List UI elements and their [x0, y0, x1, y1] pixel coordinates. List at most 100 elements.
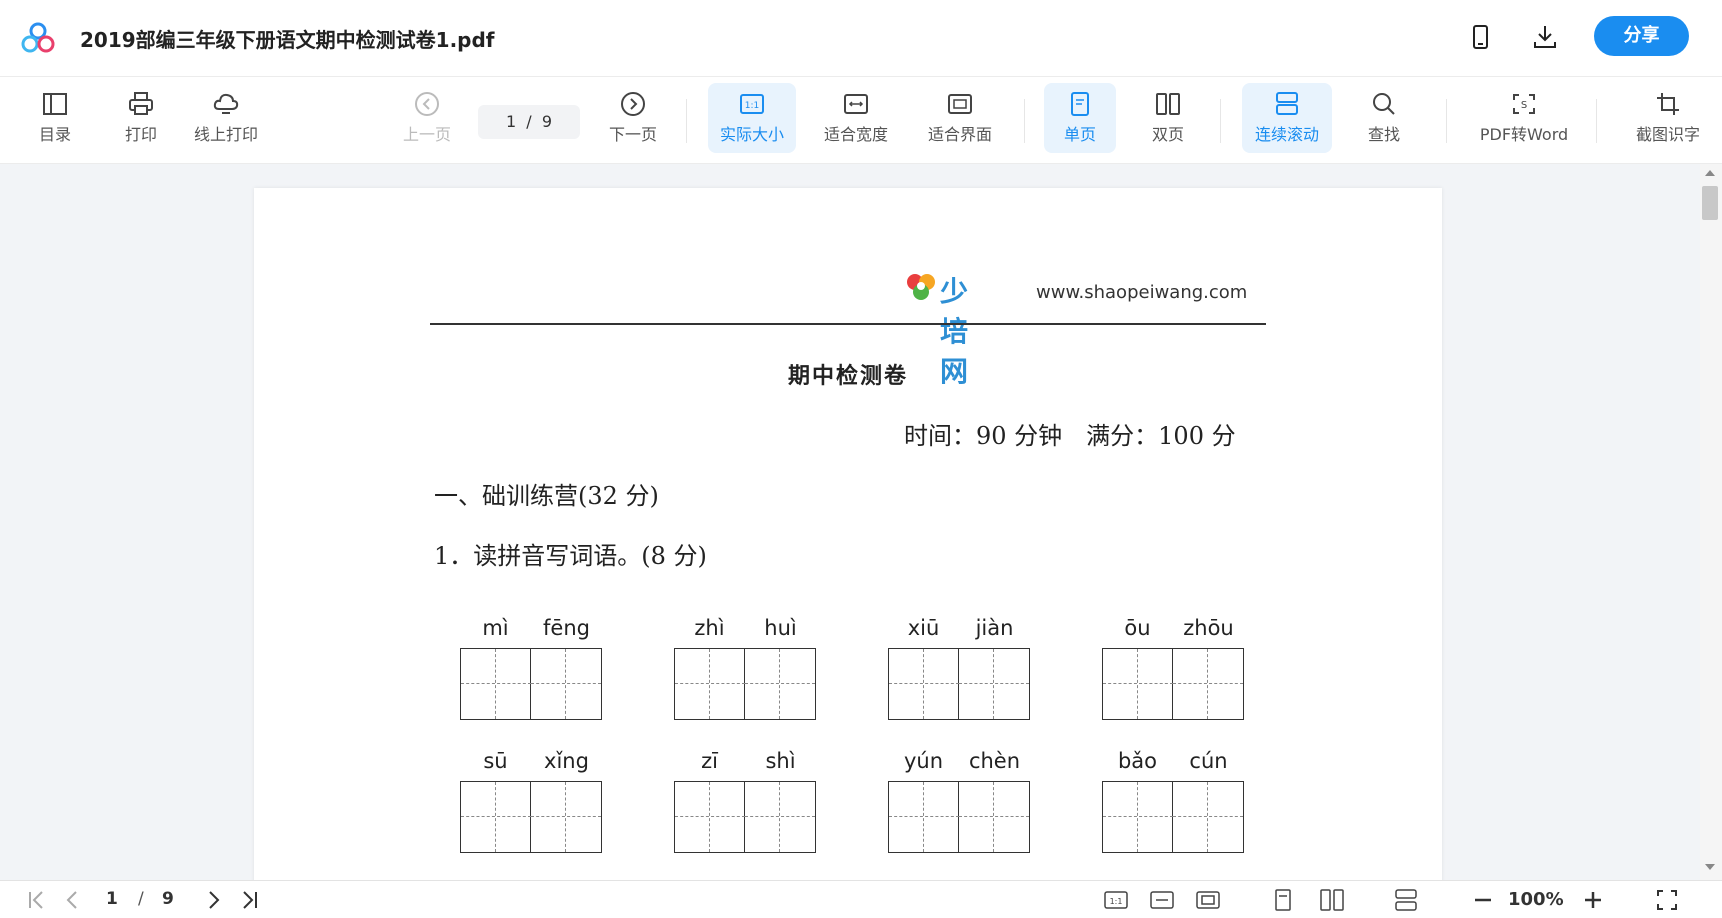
writing-cell — [1103, 782, 1173, 852]
screenshot-ocr-button[interactable]: 截图识字 — [1626, 83, 1710, 153]
next-circle-icon — [621, 92, 645, 116]
actual-size-label: 实际大小 — [719, 125, 784, 144]
tianzige-boxes — [888, 781, 1030, 853]
continuous-scroll-icon — [1276, 92, 1298, 115]
fit-width-button[interactable]: 适合宽度 — [816, 83, 896, 153]
page-indicator[interactable]: 1 / 9 — [478, 105, 580, 139]
phone-icon[interactable] — [1465, 22, 1495, 52]
writing-cell — [889, 649, 959, 719]
status-fit-screen-icon[interactable] — [1196, 889, 1220, 911]
tianzige-boxes — [888, 648, 1030, 720]
fit-width-icon — [844, 94, 868, 114]
single-page-button[interactable]: 单页 — [1044, 83, 1116, 153]
status-fit-width-icon[interactable] — [1150, 889, 1174, 911]
scroll-down-arrow[interactable] — [1705, 864, 1715, 870]
scroll-up-arrow[interactable] — [1705, 170, 1715, 176]
pdf-to-word-label: PDF转Word — [1479, 125, 1569, 144]
last-page-icon[interactable] — [238, 889, 260, 911]
pinyin-syllable: huì — [764, 616, 797, 640]
zoom-in-icon[interactable] — [1582, 889, 1604, 911]
title-bar: 2019部编三年级下册语文期中检测试卷1.pdf 分享 — [0, 0, 1722, 77]
tianzige-boxes — [674, 648, 816, 720]
svg-text:1:1: 1:1 — [1110, 897, 1123, 906]
download-icon[interactable] — [1530, 22, 1560, 52]
actual-size-button[interactable]: 1:1 实际大小 — [708, 83, 796, 153]
header-rule — [430, 323, 1266, 325]
continuous-scroll-label: 连续滚动 — [1254, 125, 1319, 144]
single-page-icon — [1071, 92, 1089, 116]
tianzige-boxes — [1102, 648, 1244, 720]
prev-circle-icon — [415, 92, 439, 116]
status-bar: 1 / 9 1:1 100% — [0, 880, 1722, 918]
toc-button[interactable]: 目录 — [30, 83, 80, 153]
pdf-page: 少培网 www.shaopeiwang.com 期中检测卷 时间：90 分钟 满… — [254, 188, 1442, 880]
writing-cell — [461, 782, 531, 852]
online-print-label: 线上打印 — [193, 125, 258, 144]
fit-screen-label: 适合界面 — [927, 125, 992, 144]
pinyin-syllable: cún — [1189, 749, 1228, 773]
zoom-out-icon[interactable] — [1472, 889, 1494, 911]
print-button[interactable]: 打印 — [114, 83, 168, 153]
pinyin-syllable: zhōu — [1183, 616, 1234, 640]
pinyin-syllable: zhì — [694, 616, 725, 640]
writing-cell — [1173, 649, 1243, 719]
share-button[interactable]: 分享 — [1594, 16, 1689, 56]
writing-cell — [675, 782, 745, 852]
print-label: 打印 — [124, 125, 157, 144]
tianzige-boxes — [1102, 781, 1244, 853]
status-continuous-icon[interactable] — [1394, 889, 1418, 911]
status-single-page-icon[interactable] — [1272, 889, 1294, 911]
online-print-button[interactable]: 线上打印 — [186, 83, 266, 153]
pdf-to-word-button[interactable]: S PDF转Word — [1476, 83, 1572, 153]
find-button[interactable]: 查找 — [1354, 83, 1414, 153]
double-page-button[interactable]: 双页 — [1132, 83, 1204, 153]
file-title: 2019部编三年级下册语文期中检测试卷1.pdf — [80, 28, 495, 52]
toc-label: 目录 — [38, 125, 71, 144]
actual-size-icon: 1:1 — [740, 94, 764, 114]
brand-url: www.shaopeiwang.com — [1036, 282, 1248, 303]
search-icon — [1373, 93, 1395, 115]
pinyin-syllable: mì — [482, 616, 509, 640]
fullscreen-icon[interactable] — [1656, 889, 1678, 911]
status-page-sep: / — [138, 889, 144, 909]
writing-cell — [889, 782, 959, 852]
screenshot-ocr-label: 截图识字 — [1635, 125, 1700, 144]
svg-text:1:1: 1:1 — [745, 101, 759, 111]
writing-cell — [959, 649, 1029, 719]
vertical-scrollbar[interactable] — [1700, 164, 1722, 880]
crop-icon — [1657, 93, 1679, 115]
tianzige-boxes — [674, 781, 816, 853]
writing-cell — [1173, 782, 1243, 852]
continuous-scroll-button[interactable]: 连续滚动 — [1242, 83, 1332, 153]
fit-width-label: 适合宽度 — [823, 125, 888, 144]
writing-cell — [745, 782, 815, 852]
cloud-print-icon — [213, 93, 239, 114]
status-actual-size-icon[interactable]: 1:1 — [1104, 889, 1128, 911]
zoom-level: 100% — [1508, 889, 1564, 910]
page-total: 9 — [541, 112, 553, 131]
next-page-button[interactable]: 下一页 — [602, 83, 664, 153]
first-page-icon[interactable] — [26, 889, 48, 911]
writing-cell — [959, 782, 1029, 852]
prev-page-button[interactable]: 上一页 — [396, 83, 458, 153]
next-arrow-icon[interactable] — [202, 889, 224, 911]
fit-screen-icon — [948, 94, 972, 114]
writing-cell — [1103, 649, 1173, 719]
scroll-thumb[interactable] — [1702, 186, 1718, 220]
tianzige-boxes — [460, 648, 602, 720]
prev-page-label: 上一页 — [402, 125, 451, 144]
brand-logo — [907, 274, 935, 300]
double-page-label: 双页 — [1151, 125, 1184, 144]
toolbar: 目录 打印 线上打印 上一页 1 / 9 下一页 1:1 实际大小 适合宽度 适… — [0, 77, 1722, 164]
doc-meta: 时间：90 分钟 满分：100 分 — [904, 422, 1236, 450]
prev-arrow-icon[interactable] — [62, 889, 84, 911]
tianzige-boxes — [460, 781, 602, 853]
pinyin-syllable: jiàn — [975, 616, 1014, 640]
fit-screen-button[interactable]: 适合界面 — [920, 83, 1000, 153]
section-heading: 一、础训练营(32 分) — [434, 482, 659, 510]
status-double-page-icon[interactable] — [1320, 889, 1344, 911]
document-viewer[interactable]: 少培网 www.shaopeiwang.com 期中检测卷 时间：90 分钟 满… — [0, 164, 1700, 880]
doc-title: 期中检测卷 — [787, 363, 908, 389]
app-logo — [21, 22, 55, 53]
writing-cell — [531, 782, 601, 852]
